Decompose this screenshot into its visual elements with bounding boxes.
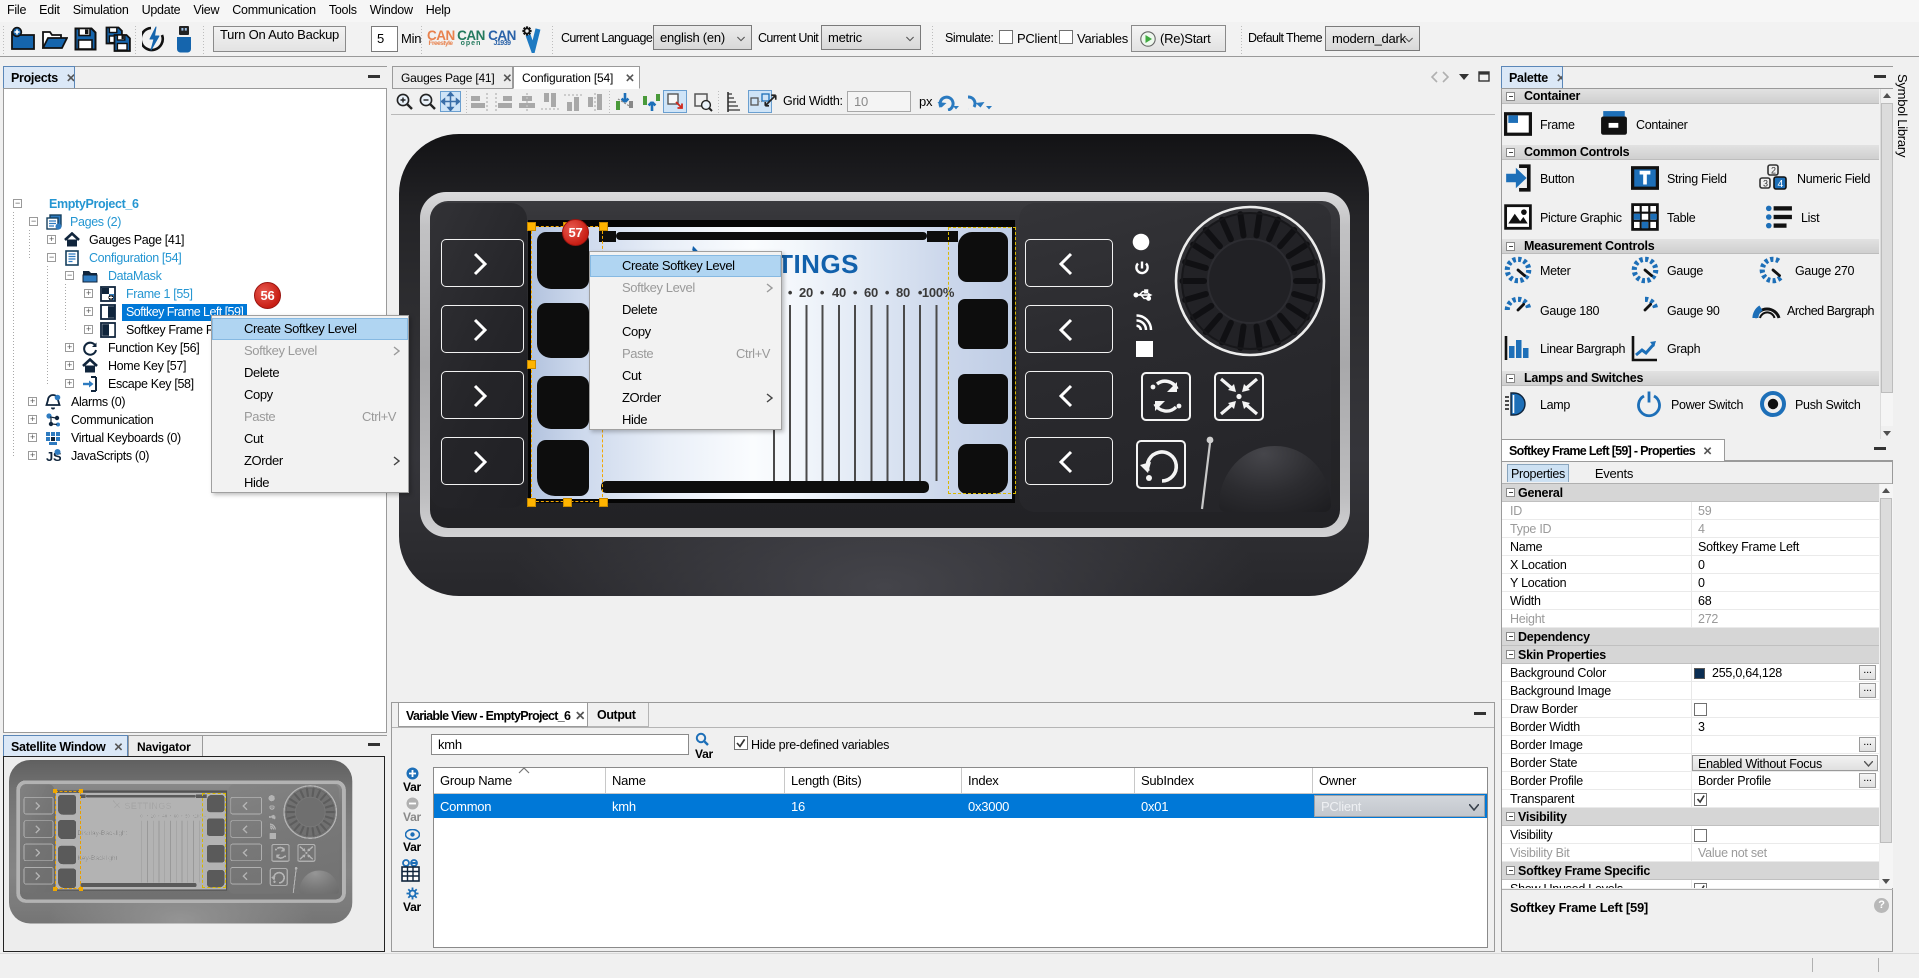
svg-text:3: 3	[1763, 179, 1768, 189]
svg-text:4: 4	[1778, 178, 1784, 190]
svg-text:2: 2	[1771, 166, 1776, 176]
